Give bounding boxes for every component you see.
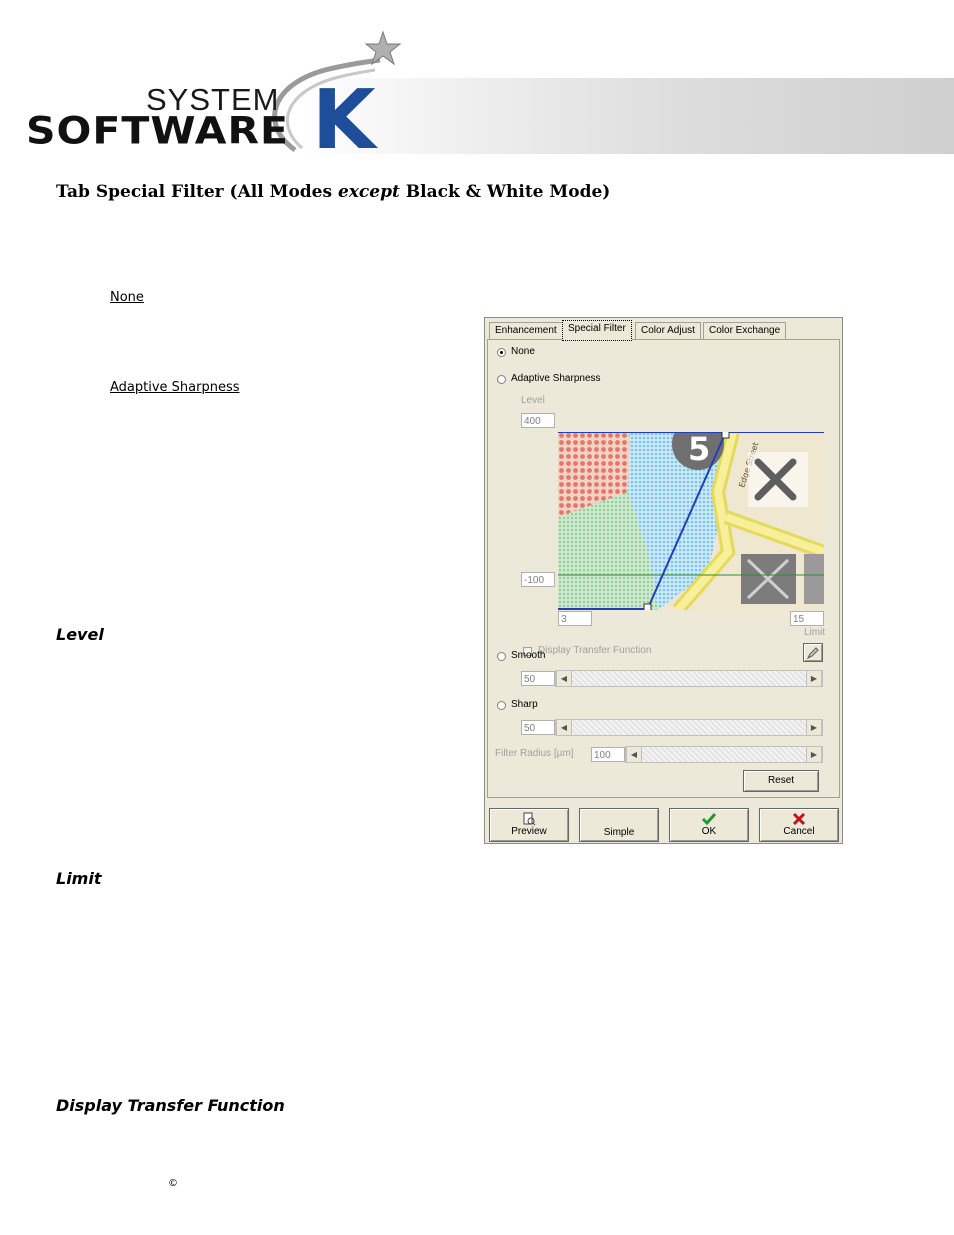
smooth-radio[interactable] bbox=[497, 652, 506, 661]
filter-radius-left-arrow-icon[interactable]: ◀ bbox=[626, 747, 642, 762]
tab-color-adjust[interactable]: Color Adjust bbox=[635, 322, 701, 339]
sharp-right-arrow-icon[interactable]: ▶ bbox=[806, 720, 822, 735]
sharp-value-field[interactable]: 50 bbox=[521, 720, 555, 735]
pen-icon bbox=[806, 647, 819, 660]
filter-radius-label: Filter Radius [µm] bbox=[495, 748, 574, 759]
limit-min-field[interactable]: 3 bbox=[558, 611, 592, 626]
smooth-right-arrow-icon[interactable]: ▶ bbox=[806, 671, 822, 686]
display-transfer-function-subheading: Display Transfer Function bbox=[56, 1096, 285, 1115]
smooth-left-arrow-icon[interactable]: ◀ bbox=[556, 671, 572, 686]
tab-color-exchange[interactable]: Color Exchange bbox=[703, 322, 787, 339]
level-max-field[interactable]: 400 bbox=[521, 413, 555, 428]
none-radio[interactable] bbox=[497, 348, 506, 357]
adaptive-sharpness-radio[interactable] bbox=[497, 375, 506, 384]
pen-button[interactable] bbox=[803, 643, 823, 662]
limit-min-handle[interactable] bbox=[643, 603, 652, 610]
logo-k-letter: K bbox=[312, 73, 376, 168]
smooth-value-field[interactable]: 50 bbox=[521, 671, 555, 686]
preview-icon bbox=[523, 812, 536, 826]
ok-button[interactable]: OK bbox=[669, 808, 749, 842]
cancel-button[interactable]: Cancel bbox=[759, 808, 839, 842]
sharp-left-arrow-icon[interactable]: ◀ bbox=[556, 720, 572, 735]
close-icon bbox=[792, 812, 806, 826]
adaptive-sharpness-link[interactable]: Adaptive Sharpness bbox=[110, 380, 240, 395]
adaptive-sharpness-label: Adaptive Sharpness bbox=[511, 373, 601, 384]
checkmark-icon bbox=[701, 813, 717, 826]
smooth-slider[interactable]: ◀ ▶ bbox=[555, 670, 823, 687]
tab-enhancement[interactable]: Enhancement bbox=[489, 322, 563, 339]
smooth-radio-label: Smooth bbox=[511, 650, 546, 661]
reset-button[interactable]: Reset bbox=[743, 770, 819, 792]
simple-button-label: Simple bbox=[603, 827, 635, 838]
sharp-radio-label: Sharp bbox=[511, 699, 538, 710]
preview-button[interactable]: Preview bbox=[489, 808, 569, 842]
level-subheading: Level bbox=[56, 625, 104, 644]
page-title: Tab Special Filter (All Modes except Bla… bbox=[56, 182, 611, 202]
sharp-slider[interactable]: ◀ ▶ bbox=[555, 719, 823, 736]
preview-button-label: Preview bbox=[511, 826, 547, 837]
limit-label: Limit bbox=[804, 627, 826, 638]
level-label: Level bbox=[521, 395, 545, 406]
logo-software-text: SOFTWARE bbox=[26, 108, 290, 153]
simple-button[interactable]: Simple bbox=[579, 808, 659, 842]
level-min-field[interactable]: -100 bbox=[521, 572, 555, 587]
cancel-button-label: Cancel bbox=[783, 826, 815, 837]
filter-radius-slider[interactable]: ◀ ▶ bbox=[625, 746, 823, 763]
adaptive-sharpness-preview: 5 Edge Street bbox=[558, 432, 824, 610]
none-link[interactable]: None bbox=[110, 290, 144, 305]
sharp-radio[interactable] bbox=[497, 701, 506, 710]
limit-max-field[interactable]: 15 bbox=[790, 611, 824, 626]
special-filter-panel: None Adaptive Sharpness Level 400 -100 5… bbox=[487, 339, 840, 798]
filter-radius-right-arrow-icon[interactable]: ▶ bbox=[806, 747, 822, 762]
copyright-symbol: © bbox=[168, 1178, 178, 1189]
limit-max-handle[interactable] bbox=[721, 432, 730, 439]
tab-special-filter[interactable]: Special Filter bbox=[562, 320, 632, 341]
display-transfer-function-label: Display Transfer Function bbox=[538, 645, 652, 656]
filter-radius-field[interactable]: 100 bbox=[591, 747, 625, 762]
ok-button-label: OK bbox=[701, 826, 717, 837]
special-filter-dialog: Enhancement Special Filter Color Adjust … bbox=[484, 317, 843, 844]
svg-text:5: 5 bbox=[688, 432, 710, 468]
none-radio-label: None bbox=[511, 346, 535, 357]
limit-subheading: Limit bbox=[56, 869, 102, 888]
preview-map-image: 5 Edge Street bbox=[558, 432, 824, 610]
